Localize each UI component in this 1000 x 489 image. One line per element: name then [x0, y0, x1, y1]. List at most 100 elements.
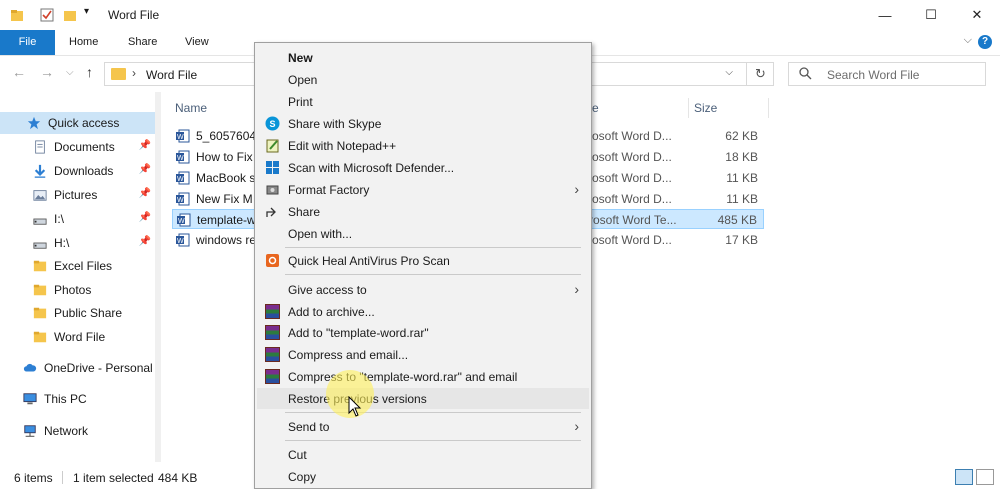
sidebar-item-downloads[interactable]: Downloads 📌: [0, 160, 155, 182]
menu-item-add-archive[interactable]: Add to archive...: [257, 301, 589, 322]
file-name: How to Fix: [196, 150, 253, 164]
sidebar-item-photos[interactable]: Photos: [0, 279, 155, 301]
chevron-down-icon[interactable]: ⌵: [725, 67, 733, 78]
sidebar-item-word-file[interactable]: Word File: [0, 326, 155, 348]
sidebar-item-this-pc[interactable]: This PC: [0, 388, 155, 410]
file-size: 485 KB: [717, 213, 757, 227]
menu-item-notepad[interactable]: Edit with Notepad++: [257, 135, 589, 156]
menu-item-print[interactable]: Print: [257, 91, 589, 112]
menu-item-defender[interactable]: Scan with Microsoft Defender...: [257, 157, 589, 178]
context-menu: New Open Print S Share with Skype Edit w…: [254, 42, 592, 489]
pictures-icon: [33, 190, 47, 201]
sidebar-item-public-share[interactable]: Public Share: [0, 302, 155, 324]
file-name: New Fix M: [196, 192, 253, 206]
new-folder-icon[interactable]: [63, 8, 77, 25]
sidebar-item-label: OneDrive - Personal: [44, 361, 153, 375]
window-title: Word File: [108, 8, 160, 22]
file-size: 11 KB: [726, 171, 758, 185]
menu-item-send-to[interactable]: Send to ›: [257, 416, 589, 437]
pc-icon: [23, 393, 37, 405]
menu-item-copy[interactable]: Copy: [257, 466, 589, 487]
menu-item-restore-versions[interactable]: Restore previous versions: [257, 388, 589, 409]
winrar-icon: [265, 347, 280, 362]
menu-item-compress-email[interactable]: Compress and email...: [257, 344, 589, 365]
up-arrow-icon[interactable]: ↑: [86, 64, 93, 80]
menu-item-compress-rar-email[interactable]: Compress to "template-word.rar" and emai…: [257, 366, 589, 387]
large-icons-view-button[interactable]: [976, 469, 994, 485]
menu-item-open[interactable]: Open: [257, 69, 589, 90]
sidebar-item-pictures[interactable]: Pictures 📌: [0, 184, 155, 206]
sidebar-item-excel-files[interactable]: Excel Files: [0, 255, 155, 277]
cloud-icon: [23, 363, 37, 372]
menu-item-new[interactable]: New: [257, 47, 589, 68]
expand-ribbon-icon[interactable]: ⌵: [964, 34, 972, 47]
sidebar-item-label: Quick access: [48, 116, 120, 130]
file-name: MacBook s: [196, 171, 256, 185]
drive-icon: [33, 242, 47, 249]
sidebar-scrollbar[interactable]: [155, 92, 161, 462]
minimize-button[interactable]: —: [862, 0, 908, 30]
skype-icon: S: [265, 116, 280, 131]
sidebar-item-documents[interactable]: Documents 📌: [0, 136, 155, 158]
menu-item-quick-heal[interactable]: Quick Heal AntiVirus Pro Scan: [257, 250, 589, 271]
defender-shield-icon: [266, 161, 279, 174]
menu-item-format-factory[interactable]: Format Factory ›: [257, 179, 589, 200]
folder-icon: [33, 307, 47, 319]
sidebar-item-label: H:\: [54, 236, 70, 250]
folder-icon[interactable]: [10, 8, 24, 25]
help-icon[interactable]: ?: [978, 35, 992, 49]
refresh-button[interactable]: ↻: [746, 62, 774, 86]
properties-icon[interactable]: [40, 8, 54, 25]
breadcrumb[interactable]: Word File: [146, 68, 197, 82]
sidebar-item-drive-i[interactable]: I:\ 📌: [0, 208, 155, 230]
column-divider[interactable]: [688, 98, 689, 118]
sidebar-item-drive-h[interactable]: H:\ 📌: [0, 232, 155, 254]
word-template-icon: W: [177, 213, 191, 227]
sidebar-item-label: Public Share: [54, 306, 123, 320]
menu-item-label: Give access to: [288, 283, 367, 297]
recent-locations-icon[interactable]: ⌵: [66, 67, 74, 78]
svg-text:W: W: [177, 155, 184, 162]
sidebar-item-network[interactable]: Network: [0, 420, 155, 442]
search-input[interactable]: Search Word File: [788, 62, 986, 86]
details-view-button[interactable]: [955, 469, 973, 485]
mouse-pointer-icon: [348, 396, 362, 417]
menu-item-share-skype[interactable]: S Share with Skype: [257, 113, 589, 134]
close-button[interactable]: ✕: [954, 0, 1000, 30]
sidebar-item-quick-access[interactable]: Quick access: [0, 112, 155, 134]
notepad-plus-plus-icon: [266, 139, 279, 153]
svg-text:W: W: [177, 197, 184, 204]
customize-toolbar-icon[interactable]: ▾: [84, 6, 89, 17]
sidebar-item-label: Word File: [54, 330, 106, 344]
column-header-size[interactable]: Size: [694, 101, 717, 115]
tab-view[interactable]: View: [173, 30, 221, 55]
menu-item-open-with[interactable]: Open with...: [257, 223, 589, 244]
sidebar-item-onedrive[interactable]: OneDrive - Personal: [0, 357, 155, 379]
column-header-type[interactable]: e: [592, 101, 599, 115]
selection-size: 484 KB: [158, 471, 198, 485]
file-type: rosoft Word D...: [588, 192, 672, 206]
menu-item-label: Open: [288, 73, 318, 87]
winrar-icon: [265, 325, 280, 340]
menu-item-share[interactable]: Share: [257, 201, 589, 222]
item-count: 6 items: [14, 471, 53, 485]
pin-icon: 📌: [138, 188, 151, 199]
sidebar-item-label: Pictures: [54, 188, 98, 202]
back-arrow-icon[interactable]: ←: [12, 64, 26, 80]
maximize-button[interactable]: ☐: [908, 0, 954, 30]
menu-separator: [285, 274, 581, 275]
folder-icon: [33, 284, 47, 296]
menu-item-add-rar[interactable]: Add to "template-word.rar": [257, 322, 589, 343]
menu-item-label: Scan with Microsoft Defender...: [288, 161, 455, 175]
column-header-name[interactable]: Name: [175, 101, 207, 115]
word-document-icon: W: [176, 129, 190, 143]
forward-arrow-icon[interactable]: →: [40, 64, 54, 80]
menu-item-give-access[interactable]: Give access to ›: [257, 279, 589, 300]
column-divider[interactable]: [768, 98, 769, 118]
tab-file[interactable]: File: [0, 30, 55, 55]
menu-item-label: Compress and email...: [288, 348, 409, 362]
menu-item-cut[interactable]: Cut: [257, 444, 589, 465]
tab-share[interactable]: Share: [116, 30, 169, 55]
tab-home[interactable]: Home: [57, 30, 110, 55]
folder-icon: [111, 68, 126, 80]
